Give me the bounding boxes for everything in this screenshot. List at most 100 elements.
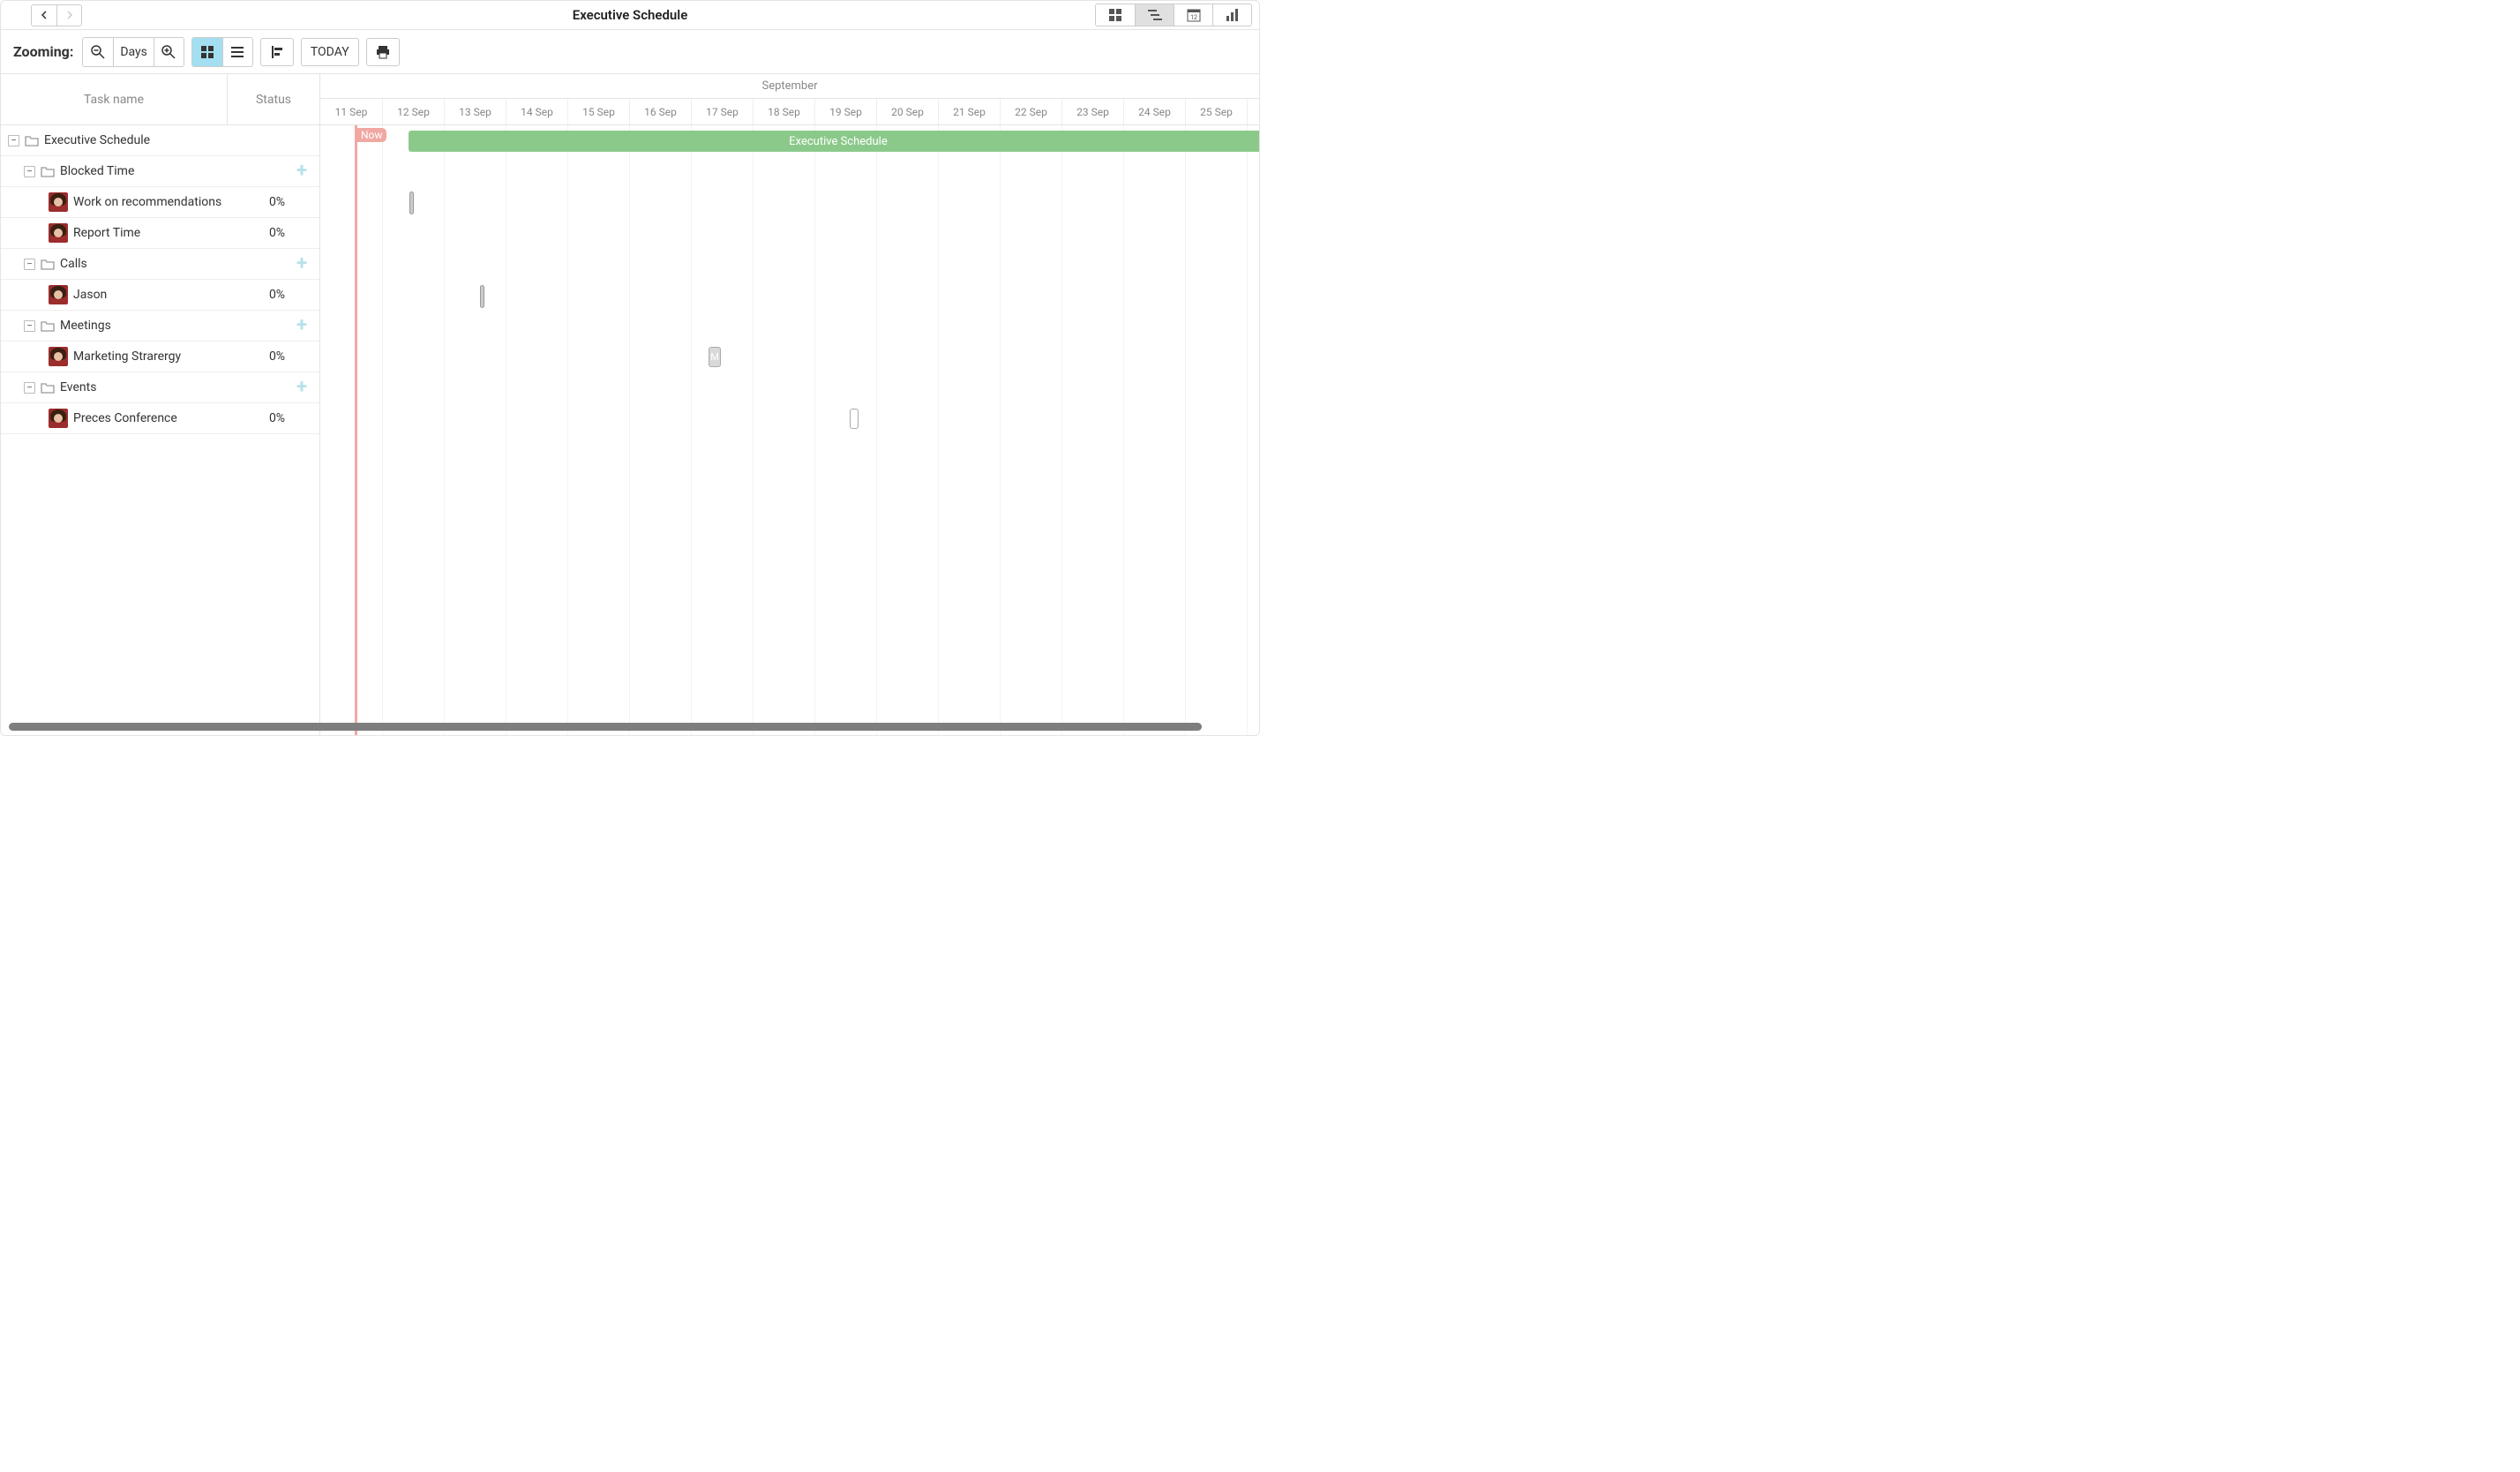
task-group-row[interactable]: − Executive Schedule	[1, 125, 319, 156]
nav-forward-button[interactable]	[56, 5, 81, 26]
status-cell: 0%	[235, 349, 319, 364]
status-cell: 0%	[235, 195, 319, 209]
view-gantt-button[interactable]	[1135, 4, 1174, 26]
layout-list-button[interactable]	[222, 38, 252, 66]
align-button[interactable]	[260, 38, 294, 66]
add-task-button[interactable]: +	[296, 316, 307, 335]
task-row[interactable]: Preces Conference 0%	[1, 403, 319, 434]
horizontal-scrollbar[interactable]	[9, 720, 1251, 732]
task-row[interactable]: Work on recommendations 0%	[1, 187, 319, 218]
task-group-row[interactable]: − Calls +	[1, 249, 319, 280]
gantt-day-header: 16 Sep	[629, 99, 691, 124]
gantt-bar-work-on-recommendations[interactable]	[409, 192, 414, 214]
gantt-day-header: 20 Sep	[876, 99, 938, 124]
gantt-days-row: 11 Sep12 Sep13 Sep14 Sep15 Sep16 Sep17 S…	[320, 99, 1259, 124]
zoom-unit-button[interactable]: Days	[113, 38, 154, 66]
task-label: Report Time	[73, 226, 140, 240]
gantt-day-header: 19 Sep	[814, 99, 876, 124]
gantt-day-header: 15 Sep	[567, 99, 629, 124]
assignee-avatar[interactable]	[49, 285, 68, 304]
task-label: Meetings	[60, 319, 111, 333]
task-cell: Report Time	[8, 223, 235, 243]
folder-icon	[41, 166, 55, 177]
tree-collapse-toggle[interactable]: −	[24, 259, 35, 270]
task-label: Work on recommendations	[73, 195, 221, 209]
task-label: Calls	[60, 257, 87, 271]
task-group-row[interactable]: − Blocked Time +	[1, 156, 319, 187]
task-cell: − Calls	[8, 257, 235, 271]
task-group-row[interactable]: − Events +	[1, 372, 319, 403]
task-cell: − Meetings	[8, 319, 235, 333]
view-switcher: 12	[1095, 4, 1252, 26]
gantt-column	[1247, 125, 1259, 735]
gantt-bar-marketing-strategy[interactable]: M	[709, 347, 721, 367]
gantt-bar-preces-conference[interactable]	[850, 409, 859, 429]
gantt-column	[1123, 125, 1185, 735]
task-cell: Jason	[8, 285, 235, 304]
gantt-body[interactable]: Now Executive Schedule M	[320, 125, 1259, 735]
assignee-avatar[interactable]	[49, 409, 68, 428]
gantt-day-header: 2	[1247, 99, 1259, 124]
add-task-button[interactable]: +	[296, 254, 307, 274]
now-marker	[355, 125, 357, 735]
gantt-column	[1185, 125, 1247, 735]
gantt-day-header: 14 Sep	[506, 99, 567, 124]
folder-icon	[41, 320, 55, 332]
folder-icon	[25, 135, 39, 146]
nav-back-button[interactable]	[32, 5, 56, 26]
task-cell: − Blocked Time	[8, 164, 235, 178]
zoom-in-button[interactable]	[154, 38, 184, 66]
layout-grid-button[interactable]	[192, 38, 222, 66]
gantt-column	[320, 125, 382, 735]
task-cell: − Events	[8, 380, 235, 394]
gantt-column	[938, 125, 1000, 735]
column-header-status[interactable]: Status	[228, 74, 319, 124]
task-label: Marketing Strarergy	[73, 349, 181, 364]
task-label: Preces Conference	[73, 411, 177, 425]
gantt-day-header: 18 Sep	[753, 99, 814, 124]
assignee-avatar[interactable]	[49, 192, 68, 212]
folder-icon	[41, 259, 55, 270]
task-grid-rows: − Executive Schedule − Blocked Time + Work on…	[1, 125, 319, 735]
toolbar: Zooming: Days TODAY	[1, 30, 1259, 74]
print-button[interactable]	[366, 38, 400, 66]
tree-collapse-toggle[interactable]: −	[24, 166, 35, 177]
tree-collapse-toggle[interactable]: −	[8, 135, 19, 146]
tree-collapse-toggle[interactable]: −	[24, 320, 35, 332]
tree-collapse-toggle[interactable]: −	[24, 382, 35, 394]
gantt-day-header: 24 Sep	[1123, 99, 1185, 124]
gantt-column	[1061, 125, 1123, 735]
gantt-header: September 11 Sep12 Sep13 Sep14 Sep15 Sep…	[320, 74, 1259, 125]
gantt-column	[691, 125, 753, 735]
add-task-button[interactable]: +	[296, 161, 307, 181]
column-header-task[interactable]: Task name	[1, 74, 228, 124]
gantt-day-header: 13 Sep	[444, 99, 506, 124]
assignee-avatar[interactable]	[49, 223, 68, 243]
task-cell: − Executive Schedule	[8, 133, 235, 147]
task-row[interactable]: Jason0%	[1, 280, 319, 311]
today-button[interactable]: TODAY	[301, 38, 359, 66]
svg-text:12: 12	[1190, 14, 1197, 21]
gantt-bar-executive-schedule[interactable]: Executive Schedule	[409, 131, 1259, 152]
task-group-row[interactable]: − Meetings +	[1, 311, 319, 342]
zoom-out-button[interactable]	[83, 38, 113, 66]
gantt-column	[1000, 125, 1061, 735]
view-calendar-button[interactable]: 12	[1174, 4, 1212, 26]
gantt-bar-jason[interactable]	[480, 285, 484, 308]
add-task-button[interactable]: +	[296, 378, 307, 397]
task-row[interactable]: Marketing Strarergy 0%	[1, 342, 319, 372]
task-label: Blocked Time	[60, 164, 134, 178]
scrollbar-thumb[interactable]	[9, 723, 1202, 731]
gantt-pane[interactable]: September 11 Sep12 Sep13 Sep14 Sep15 Sep…	[320, 74, 1259, 735]
view-board-button[interactable]	[1096, 4, 1135, 26]
task-row[interactable]: Report Time0%	[1, 218, 319, 249]
task-label: Executive Schedule	[44, 133, 150, 147]
gantt-column	[567, 125, 629, 735]
gantt-column	[444, 125, 506, 735]
main-body: Task name Status − Executive Schedule − Blo…	[1, 74, 1259, 735]
assignee-avatar[interactable]	[49, 347, 68, 366]
status-cell: 0%	[235, 411, 319, 425]
status-cell: 0%	[235, 288, 319, 302]
task-label: Events	[60, 380, 96, 394]
view-analytics-button[interactable]	[1212, 4, 1251, 26]
